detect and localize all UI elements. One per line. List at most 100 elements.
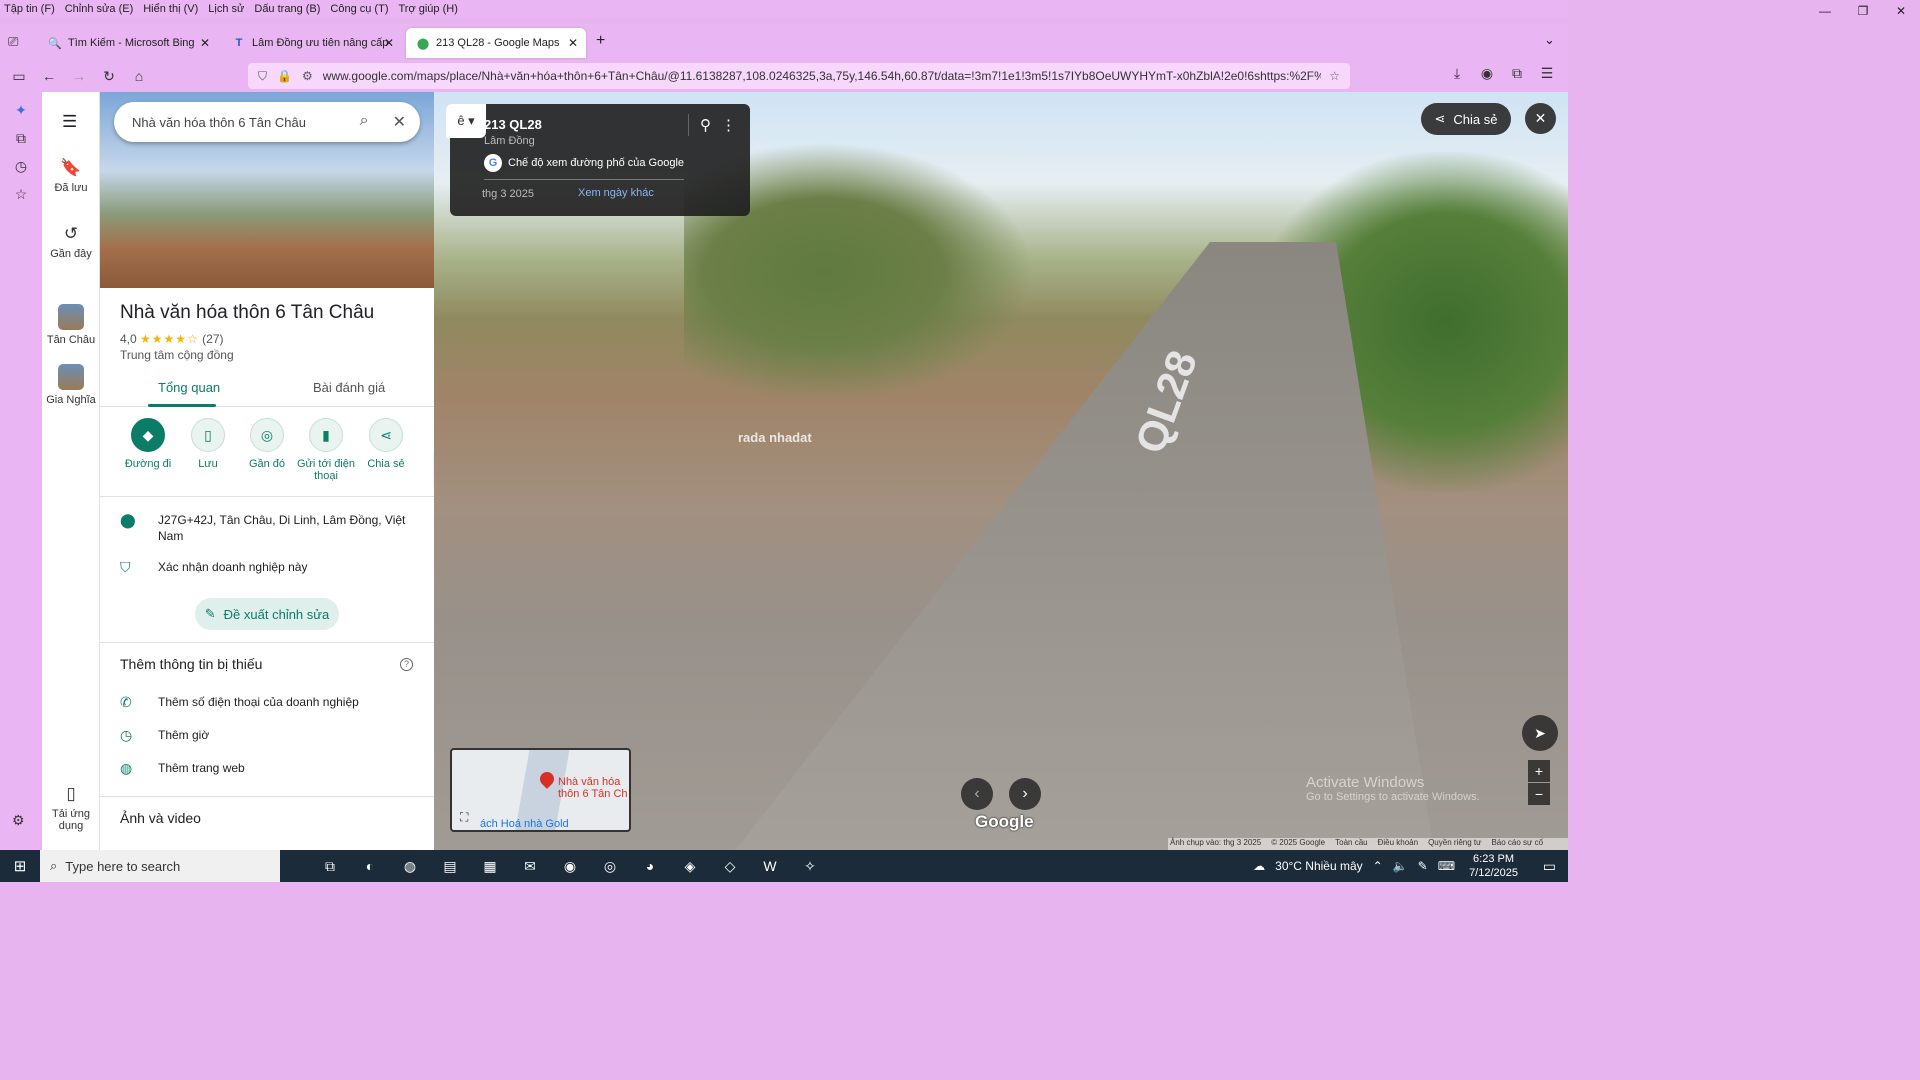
maximize-icon[interactable]: ❐ xyxy=(1844,0,1882,24)
file-explorer-icon[interactable]: ▤ xyxy=(430,858,470,875)
edge-icon[interactable]: ◍ xyxy=(390,858,430,875)
windows-start-icon[interactable]: ⊞ xyxy=(0,857,40,875)
place-category[interactable]: Trung tâm cộng đồng xyxy=(120,348,234,362)
address-row[interactable]: ⬤ J27G+42J, Tân Châu, Di Linh, Lâm Đồng,… xyxy=(120,512,420,544)
new-tab-icon[interactable]: + xyxy=(596,32,605,50)
copilot-icon[interactable]: ◐ xyxy=(350,858,390,875)
zoom-in-button[interactable]: + xyxy=(1528,760,1550,782)
hamburger-menu-icon[interactable]: ☰ xyxy=(62,112,77,132)
share-button[interactable]: ⋖ Chia sẻ xyxy=(356,418,416,470)
bookmarks-icon[interactable]: ☆ xyxy=(0,186,42,204)
permissions-icon[interactable]: ⚙ xyxy=(302,69,313,83)
nearby-button[interactable]: ◎ Gần đó xyxy=(237,418,297,470)
clear-search-icon[interactable]: ✕ xyxy=(393,112,406,132)
minimap[interactable]: Nhà văn hóa thôn 6 Tân Ch ách Hoá nhà Go… xyxy=(450,748,631,832)
collections-icon[interactable]: ⧉ xyxy=(0,130,42,148)
menu-edit[interactable]: Chỉnh sửa (E) xyxy=(65,3,134,15)
compass-icon[interactable]: ➤ xyxy=(1522,715,1558,751)
tab-google-maps[interactable]: ⬤ 213 QL28 - Google Maps ✕ xyxy=(406,28,586,58)
settings-icon[interactable]: ⚙ xyxy=(12,812,25,830)
url-bar[interactable]: ⛉ 🔒 ⚙ www.google.com/maps/place/Nhà+văn+… xyxy=(248,63,1350,89)
terms-link[interactable]: Điều khoản xyxy=(1378,838,1418,850)
rail-place-tan-chau[interactable]: Tân Châu xyxy=(42,304,100,346)
app-icon[interactable]: ✧ xyxy=(790,858,830,875)
close-tab-icon[interactable]: ✕ xyxy=(568,36,578,50)
menu-view[interactable]: Hiển thị (V) xyxy=(143,3,198,15)
directions-button[interactable]: ◆ Đường đi xyxy=(118,418,178,470)
map-pin-icon[interactable]: ⚲ xyxy=(700,116,711,134)
suggest-edit-button[interactable]: ✎ Đề xuất chỉnh sửa xyxy=(195,598,339,630)
home-icon[interactable]: ⌂ xyxy=(124,68,154,84)
report-link[interactable]: Báo cáo sự cố xyxy=(1491,838,1543,850)
privacy-link[interactable]: Quyền riêng tư xyxy=(1428,838,1481,850)
keyboard-icon[interactable]: ⌨ xyxy=(1438,859,1455,873)
bookmark-star-icon[interactable]: ☆ xyxy=(1329,69,1340,83)
add-hours-row[interactable]: ◷ Thêm giờ xyxy=(120,727,420,744)
menu-icon[interactable]: ☰ xyxy=(1532,65,1562,82)
account-icon[interactable]: ◉ xyxy=(1472,65,1502,82)
close-window-icon[interactable]: ✕ xyxy=(1882,0,1920,24)
url-text[interactable]: www.google.com/maps/place/Nhà+văn+hóa+th… xyxy=(323,69,1322,83)
menu-help[interactable]: Trợ giúp (H) xyxy=(398,3,457,15)
send-to-phone-button[interactable]: ▮ Gửi tới điện thoại xyxy=(296,418,356,482)
help-icon[interactable]: ? xyxy=(400,658,413,671)
menu-history[interactable]: Lịch sử xyxy=(208,3,244,15)
next-arrow-button[interactable]: › xyxy=(1009,778,1041,810)
see-other-dates-link[interactable]: Xem ngày khác xyxy=(578,187,654,199)
forward-icon[interactable]: → xyxy=(64,68,94,84)
menu-bookmarks[interactable]: Dấu trang (B) xyxy=(254,3,320,15)
tab-news[interactable]: T Lâm Đồng ưu tiên nâng cấp tuy ✕ xyxy=(222,28,402,58)
claim-business-row[interactable]: ⛉ Xác nhận doanh nghiệp này xyxy=(120,559,420,576)
zoom-app-icon[interactable]: ◉ xyxy=(550,858,590,875)
ai-sparkle-icon[interactable]: ✦ xyxy=(0,102,42,120)
task-view-icon[interactable]: ⧉ xyxy=(310,858,350,875)
layers-icon[interactable]: ê ▾ xyxy=(446,104,486,138)
add-phone-row[interactable]: ✆ Thêm số điện thoại của doanh nghiệp xyxy=(120,694,420,711)
pen-icon[interactable]: ✎ xyxy=(1418,859,1428,873)
lock-icon[interactable]: 🔒 xyxy=(277,69,292,83)
store-icon[interactable]: ▦ xyxy=(470,858,510,875)
close-tab-icon[interactable]: ✕ xyxy=(384,36,394,50)
add-website-row[interactable]: ◍ Thêm trang web xyxy=(120,760,420,777)
zoom-out-button[interactable]: − xyxy=(1528,783,1550,805)
tab-bing[interactable]: 🔍 Tìm Kiếm - Microsoft Bing ✕ xyxy=(38,28,218,58)
app-icon[interactable]: ◈ xyxy=(670,858,710,875)
history-icon[interactable]: ◷ xyxy=(0,158,42,176)
word-icon[interactable]: W xyxy=(750,858,790,875)
rail-get-app[interactable]: ▯ Tải ứng dụng xyxy=(42,784,100,832)
more-options-icon[interactable]: ⋮ xyxy=(721,116,736,134)
review-count[interactable]: (27) xyxy=(202,332,223,346)
search-input[interactable]: Nhà văn hóa thôn 6 Tân Châu ⌕ ✕ xyxy=(114,102,420,142)
volume-icon[interactable]: 🔈 xyxy=(1393,859,1408,873)
menu-tools[interactable]: Công cụ (T) xyxy=(330,3,388,15)
notification-icon[interactable]: ▭ xyxy=(1543,858,1556,875)
expand-icon[interactable]: ⛶ xyxy=(460,810,468,825)
tab-overview[interactable]: Tổng quan xyxy=(158,380,220,395)
rail-place-gia-nghia[interactable]: Gia Nghĩa xyxy=(42,364,100,406)
extensions-icon[interactable]: ⧉ xyxy=(1502,65,1532,82)
rail-recent[interactable]: ↺ Gần đây xyxy=(42,224,100,260)
outlook-icon[interactable]: ✉ xyxy=(510,858,550,875)
taskbar-search[interactable]: ⌕ Type here to search xyxy=(40,850,280,882)
sidebar-toggle-icon[interactable]: ▭ xyxy=(4,68,34,85)
search-value[interactable]: Nhà văn hóa thôn 6 Tân Châu xyxy=(132,115,306,130)
app-icon[interactable]: ◇ xyxy=(710,858,750,875)
save-button[interactable]: ▯ Lưu xyxy=(178,418,238,470)
weather-text[interactable]: 30°C Nhiều mây xyxy=(1275,859,1363,873)
close-tab-icon[interactable]: ✕ xyxy=(200,36,210,50)
streetview-share-button[interactable]: ⋖ Chia sẻ xyxy=(1421,103,1511,135)
app-icon[interactable]: ◎ xyxy=(590,858,630,875)
clock[interactable]: 6:23 PM 7/12/2025 xyxy=(1469,852,1518,880)
shield-icon[interactable]: ⛉ xyxy=(258,69,267,84)
weather-icon[interactable]: ☁ xyxy=(1253,859,1265,873)
close-streetview-button[interactable]: ✕ xyxy=(1525,103,1556,134)
menu-file[interactable]: Tập tin (F) xyxy=(4,3,55,15)
previous-arrow-button[interactable]: ‹ xyxy=(961,778,993,810)
tab-reviews[interactable]: Bài đánh giá xyxy=(313,380,385,395)
search-icon[interactable]: ⌕ xyxy=(360,112,369,132)
tab-list-icon[interactable]: ⎚ xyxy=(8,34,18,50)
chevron-up-icon[interactable]: ⌃ xyxy=(1373,859,1383,873)
global-link[interactable]: Toàn cầu xyxy=(1335,838,1367,850)
firefox-icon[interactable]: ◕ xyxy=(630,858,670,875)
reload-icon[interactable]: ↻ xyxy=(94,68,124,85)
